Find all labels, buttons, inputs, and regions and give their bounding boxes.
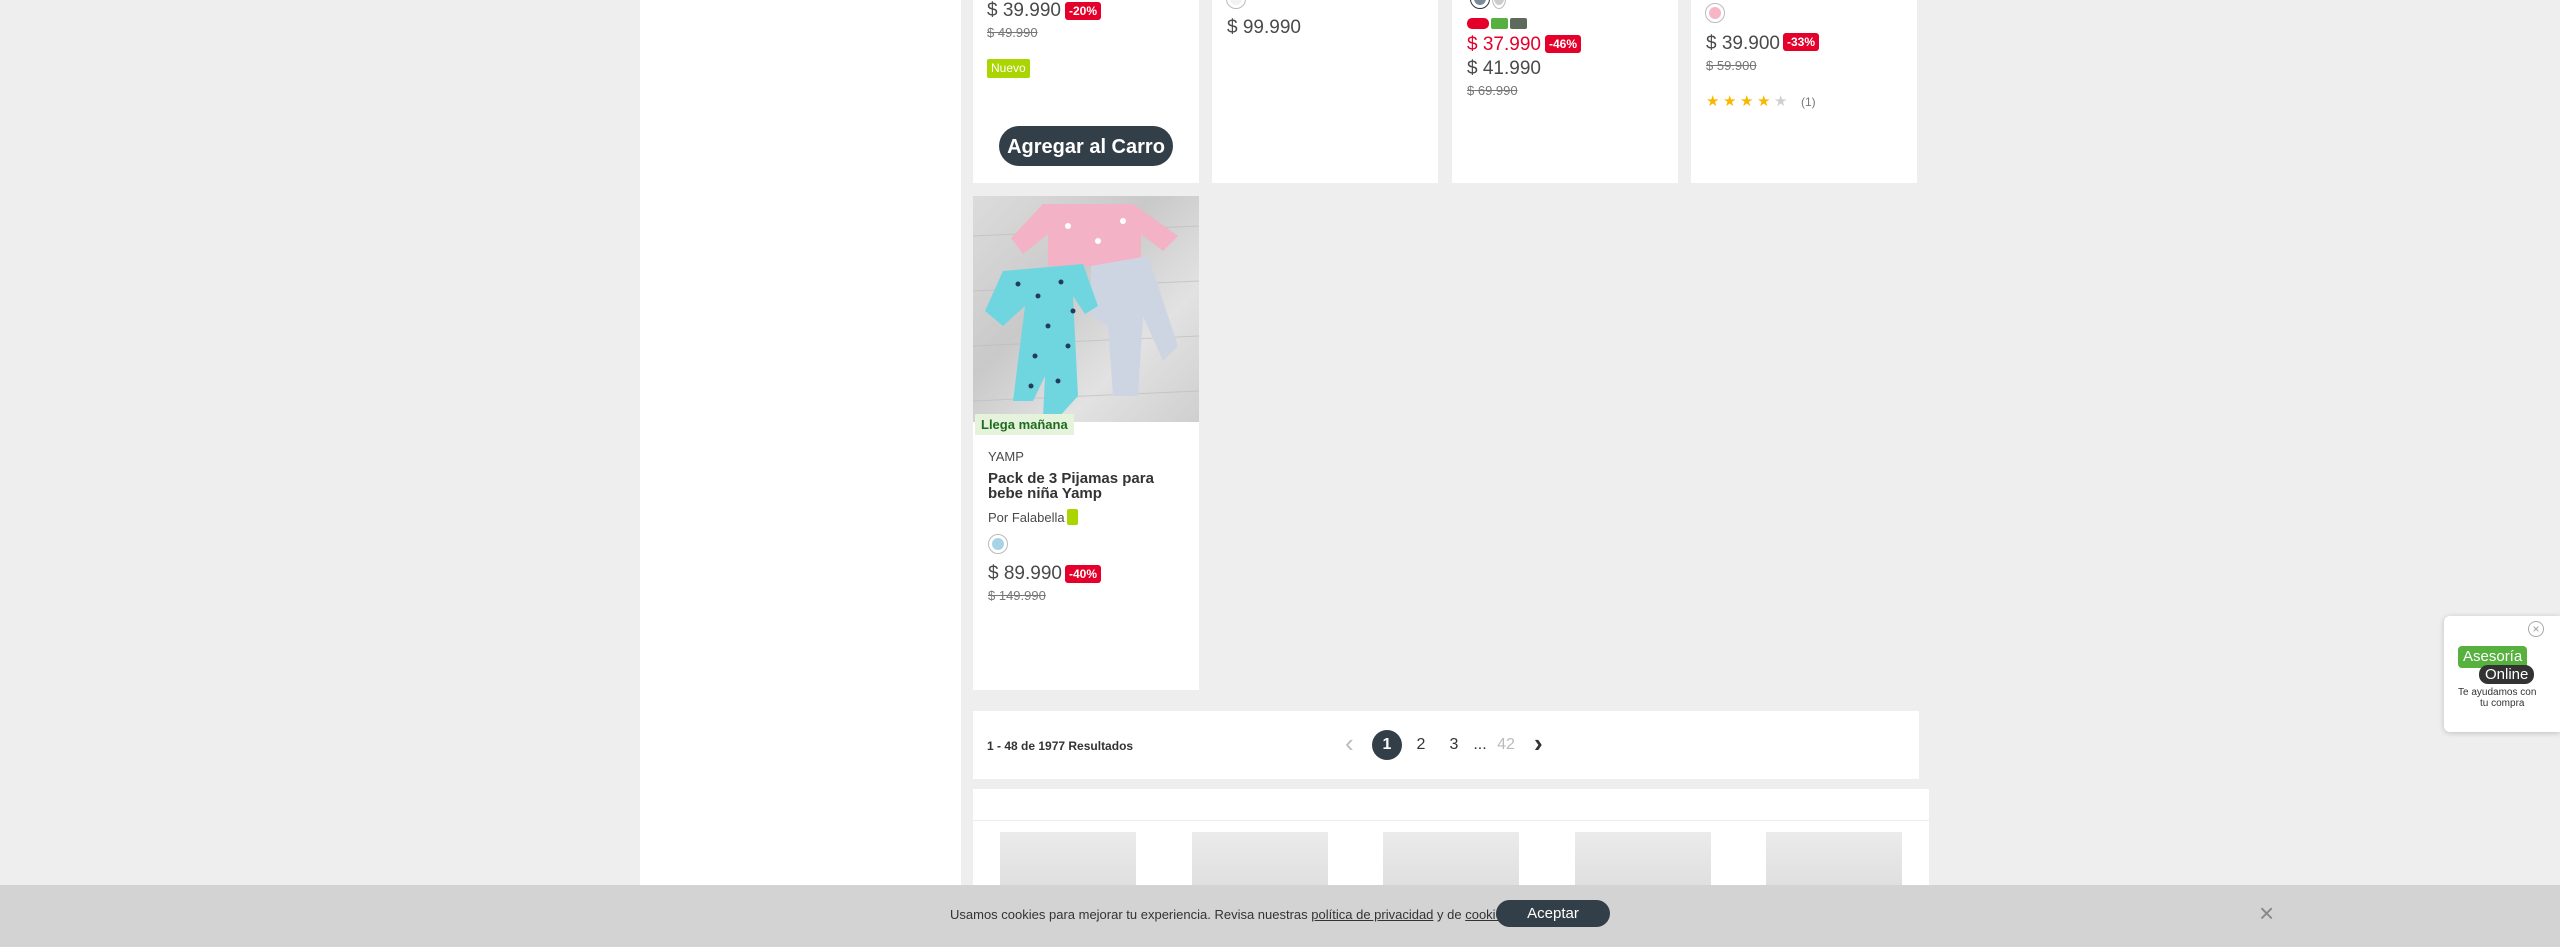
cookie-text: Usamos cookies para mejorar tu experienc… [950,907,1513,922]
delivery-tag-icon [1467,18,1489,29]
discount-badge: -33% [1783,33,1820,51]
carousel-divider [973,820,1929,821]
product-price: $ 39.990 [987,0,1061,21]
star-icon: ★ [1706,93,1720,110]
cookie-text-middle: y de [1433,907,1466,922]
product-title-line2[interactable]: bebe niña Yamp [988,485,1102,502]
product-image[interactable] [973,196,1199,422]
product-old-price: $ 69.990 [1467,83,1518,98]
carousel-placeholder [1575,832,1711,892]
store-tag-icon [1510,18,1527,29]
new-badge: Nuevo [987,59,1030,78]
page-2[interactable]: 2 [1406,730,1436,760]
product-old-price: $ 49.990 [987,25,1038,40]
product-price: $ 89.990 [988,563,1062,584]
cookie-text-before: Usamos cookies para mejorar tu experienc… [950,907,1312,922]
color-swatch[interactable] [1226,0,1246,9]
results-count: 1 - 48 de 1977 Resultados [987,739,1134,753]
delivery-badge: Llega mañana [975,414,1074,435]
privacy-policy-link[interactable]: política de privacidad [1311,907,1433,922]
color-swatch[interactable] [1705,3,1725,23]
discount-badge: -40% [1065,565,1102,583]
close-icon[interactable]: × [2259,900,2274,926]
carousel-placeholder [1192,832,1328,892]
seller-badge-icon [1067,509,1078,525]
product-price-secondary: $ 41.990 [1467,58,1541,79]
add-to-cart-button[interactable]: Agregar al Carro [999,126,1173,166]
product-price: $ 99.990 [1227,17,1301,38]
pajamas-illustration [973,204,1199,418]
swatch-color [992,538,1004,550]
chat-widget[interactable]: × Asesoría Online Te ayudamos con tu com… [2444,616,2560,732]
shipping-tags [1467,18,1537,29]
product-old-price: $ 149.990 [988,588,1046,603]
chat-subtitle-line2: tu compra [2480,698,2525,709]
star-icon: ★ [1723,93,1737,110]
carousel-placeholder [1000,832,1136,892]
discount-badge: -46% [1545,35,1582,53]
product-price: $ 37.990 [1467,34,1541,55]
star-icon: ★ [1774,93,1788,110]
close-icon[interactable]: × [2528,621,2544,637]
cookie-banner: Usamos cookies para mejorar tu experienc… [0,885,2560,947]
product-card[interactable]: Llega mañana YAMP Pack de 3 Pijamas para… [973,196,1199,690]
page-last[interactable]: 42 [1491,730,1521,760]
product-seller: Por Falabella [988,510,1065,525]
product-card[interactable]: $ 39.990 -20% $ 49.990 Nuevo Agregar al … [973,0,1199,183]
swatch-color [1709,7,1721,19]
chat-subtitle: Te ayudamos con [2458,687,2537,698]
product-card[interactable]: $ 99.990 [1212,0,1438,183]
star-icon: ★ [1757,93,1771,110]
carousel-placeholder [1383,832,1519,892]
product-price: $ 39.900 [1706,33,1780,54]
carousel-placeholder [1766,832,1902,892]
star-icon: ★ [1740,93,1754,110]
product-card[interactable]: $ 39.900 -33% $ 59.900 ★ ★ ★ ★ ★ (1) [1691,0,1917,183]
accept-cookies-button[interactable]: Aceptar [1496,900,1610,927]
review-count: (1) [1801,95,1816,109]
product-brand: YAMP [988,449,1024,464]
swatch-color [1474,0,1486,5]
color-swatch[interactable] [1492,0,1506,9]
swatch-color [1230,0,1242,5]
chat-title-online: Online [2479,665,2535,684]
rating-stars: ★ ★ ★ ★ ★ (1) [1706,94,1816,110]
chevron-left-icon[interactable]: ‹ [1345,728,1354,758]
color-swatch[interactable] [1470,0,1490,9]
discount-badge: -20% [1065,2,1102,20]
chevron-right-icon[interactable]: › [1534,728,1543,758]
product-card[interactable]: $ 37.990 -46% $ 41.990 $ 69.990 [1452,0,1678,183]
pickup-tag-icon [1491,18,1508,29]
swatch-color [1494,0,1504,5]
filters-panel [640,0,961,947]
pagination-bar: 1 - 48 de 1977 Resultados ‹ 1 2 3 ... 42… [973,711,1919,779]
color-swatch[interactable] [988,534,1008,554]
product-old-price: $ 59.900 [1706,58,1757,73]
page-1[interactable]: 1 [1372,730,1402,760]
